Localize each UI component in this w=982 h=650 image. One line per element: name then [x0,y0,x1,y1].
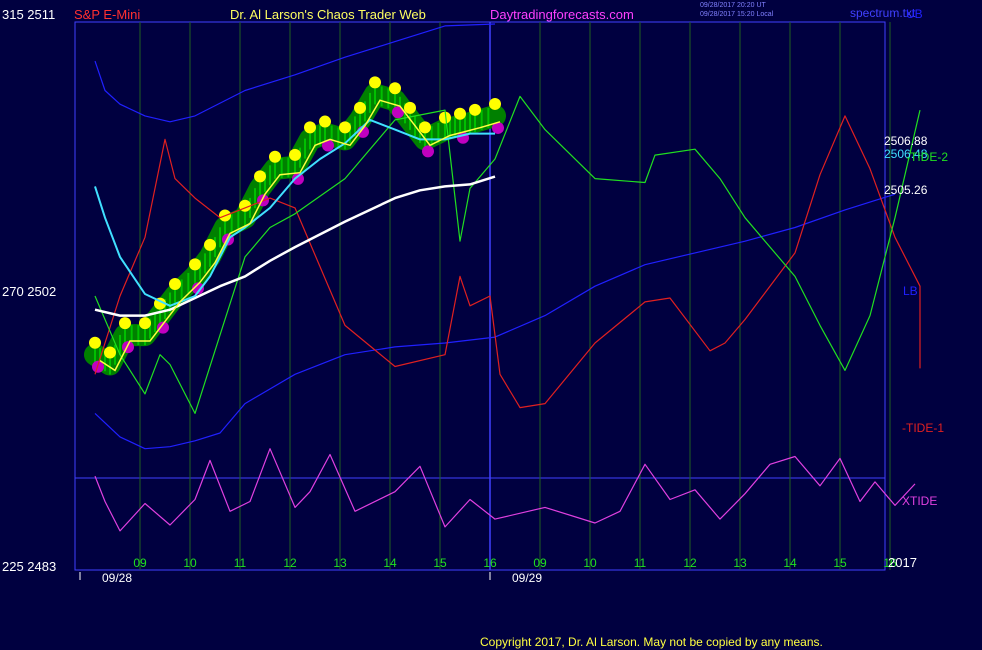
high-dot [139,317,151,330]
site-label: Daytradingforecasts.com [490,7,634,22]
high-dot [389,82,401,95]
high-dot [304,121,316,134]
y-mid-label: 270 2502 [2,284,57,299]
chaos-chart: 09 10 11 12 13 14 15 16 09 10 11 12 13 14 15 1609/28 09/… [74,21,921,585]
x-tick-label: 12 [683,556,697,570]
x-tick-label: 09 [133,556,147,570]
timestamp-local: 09/28/2017 15:20 Local [700,11,774,18]
high-dot [404,101,416,114]
high-dot [289,148,301,161]
high-dot [339,121,351,134]
x-tick-label: 09 [533,556,547,570]
timestamp-ut: 09/28/2017 20:20 UT [700,2,766,9]
high-dot [189,258,201,271]
low-dot [422,145,434,158]
tide1-label: -TIDE-1 [902,421,944,435]
price-label-3: 2505.26 [884,183,928,197]
x-tick-label: 15 [833,556,847,570]
copyright-text: Copyright 2017, Dr. Al Larson. May not b… [480,635,823,649]
x-tick-label: 13 [733,556,747,570]
date-label: 09/28 [102,571,132,585]
tide2-label: -TIDE-2 [906,150,948,164]
x-tick-label: 14 [783,556,797,570]
high-dot [489,97,501,110]
date-label: 09/29 [512,571,542,585]
high-dot [454,107,466,120]
x-tick-label: 10 [583,556,597,570]
price-label-1: 2506.88 [884,134,928,148]
low-dot [122,341,134,354]
x-tick-label: 13 [333,556,347,570]
lb-label: LB [903,284,918,298]
high-dot [119,317,131,330]
x-tick-label: 11 [234,556,247,570]
year-label: 2017 [888,555,917,570]
high-dot [104,346,116,359]
x-tick-label: 15 [433,556,447,570]
y-top-label: 315 2511 [2,7,56,22]
high-dot [419,121,431,134]
high-dot [169,278,181,290]
x-tick-label: 12 [283,556,297,570]
upper-band-line [94,23,496,123]
high-dot [204,238,216,251]
high-dot [319,115,331,128]
x-tick-label: 10 [183,556,197,570]
x-tick-label: 16 [483,556,497,570]
ub-label: UB [906,7,923,21]
chart-title: Dr. Al Larson's Chaos Trader Web [230,7,426,22]
high-dot [254,170,266,183]
xtide-line [94,448,916,532]
y-bottom-label: 225 2483 [2,559,57,574]
high-dot [369,76,381,89]
high-dot [354,101,366,114]
high-dot [469,103,481,116]
high-dot [269,150,281,163]
high-dot [89,336,101,349]
xtide-label: XTIDE [902,494,938,508]
x-tick-label: 11 [634,556,647,570]
white-average-line [94,175,496,317]
instrument-label: S&P E-Mini [74,7,141,22]
x-tick-label: 14 [383,556,397,570]
